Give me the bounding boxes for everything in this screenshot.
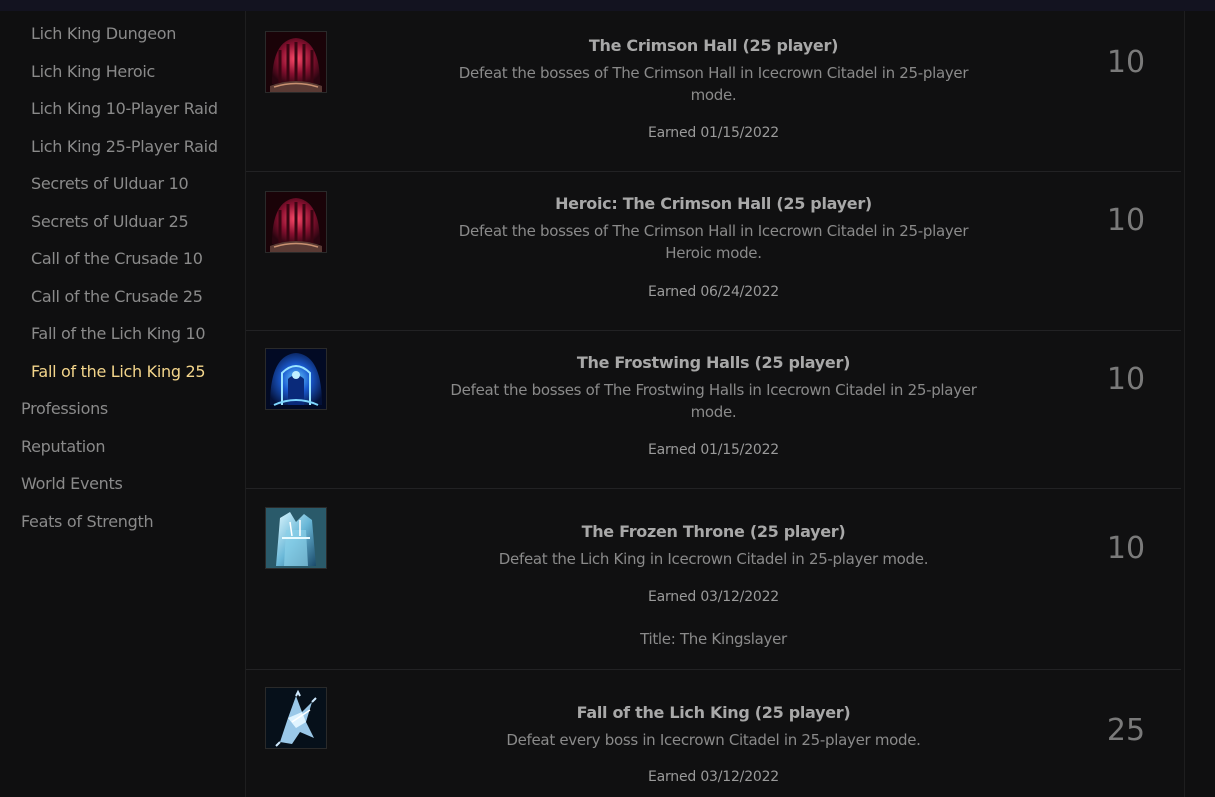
sidebar-item-lich-king-heroic[interactable]: Lich King Heroic <box>31 62 155 82</box>
achievement-reward-title: Title: The Kingslayer <box>640 630 787 648</box>
sidebar-item-lich-king-25-player-raid[interactable]: Lich King 25-Player Raid <box>31 137 218 157</box>
sidebar-item-call-of-the-crusade-10[interactable]: Call of the Crusade 10 <box>31 249 203 269</box>
achievement-description: Defeat every boss in Icecrown Citadel in… <box>506 731 921 749</box>
achievement-description-line2: mode. <box>690 403 737 421</box>
achievement-points: 10 <box>1106 531 1146 566</box>
achievement-earned-date: Earned 03/12/2022 <box>647 589 780 605</box>
achievement-earned-date: Earned 06/24/2022 <box>647 284 780 300</box>
achievement-points: 10 <box>1106 45 1146 80</box>
crimson-hall-icon <box>265 31 327 93</box>
achievement-description-line2: Heroic mode. <box>665 244 762 262</box>
achievement-points: 10 <box>1106 362 1146 397</box>
achievement-description-line2: mode. <box>690 86 737 104</box>
achievement-points: 10 <box>1106 203 1146 238</box>
achievement-earned-date: Earned 01/15/2022 <box>647 125 780 141</box>
sidebar-item-feats-of-strength[interactable]: Feats of Strength <box>21 512 154 532</box>
achievement-earned-date: Earned 03/12/2022 <box>647 769 780 785</box>
sidebar-item-professions[interactable]: Professions <box>21 399 108 419</box>
achievement-description: Defeat the bosses of The Crimson Hall in… <box>458 222 969 240</box>
sidebar-item-reputation[interactable]: Reputation <box>21 437 106 457</box>
achievement-description: Defeat the Lich King in Icecrown Citadel… <box>498 550 929 568</box>
achievement-description: Defeat the bosses of The Frostwing Halls… <box>450 381 977 399</box>
achievement-title: The Frozen Throne (25 player) <box>581 522 846 541</box>
sidebar-item-call-of-the-crusade-25[interactable]: Call of the Crusade 25 <box>31 287 203 307</box>
achievement-row[interactable]: The Frozen Throne (25 player) Defeat the… <box>246 489 1181 670</box>
achievement-points: 25 <box>1106 713 1146 748</box>
sidebar-item-secrets-of-ulduar-25[interactable]: Secrets of Ulduar 25 <box>31 212 189 232</box>
achievement-title: The Crimson Hall (25 player) <box>588 36 839 55</box>
category-sidebar: Lich King Dungeon Lich King Heroic Lich … <box>0 11 246 797</box>
sidebar-item-lich-king-dungeon[interactable]: Lich King Dungeon <box>31 24 176 44</box>
achievement-row[interactable]: Fall of the Lich King (25 player) Defeat… <box>246 670 1181 797</box>
sidebar-item-fall-of-the-lich-king-25[interactable]: Fall of the Lich King 25 <box>31 362 206 382</box>
achievement-list: The Crimson Hall (25 player) Defeat the … <box>246 11 1184 797</box>
achievement-row[interactable]: The Crimson Hall (25 player) Defeat the … <box>246 11 1181 172</box>
achievement-title: Heroic: The Crimson Hall (25 player) <box>555 194 872 213</box>
frostwing-halls-icon <box>265 348 327 410</box>
top-bar <box>0 0 1215 11</box>
crimson-hall-icon <box>265 191 327 253</box>
achievement-title: Fall of the Lich King (25 player) <box>576 703 851 722</box>
achievement-row[interactable]: The Frostwing Halls (25 player) Defeat t… <box>246 331 1181 489</box>
sidebar-item-secrets-of-ulduar-10[interactable]: Secrets of Ulduar 10 <box>31 174 189 194</box>
achievement-title: The Frostwing Halls (25 player) <box>576 353 851 372</box>
sidebar-item-fall-of-the-lich-king-10[interactable]: Fall of the Lich King 10 <box>31 324 206 344</box>
lich-king-icon <box>265 687 327 749</box>
achievement-earned-date: Earned 01/15/2022 <box>647 442 780 458</box>
right-margin <box>1184 11 1215 797</box>
sidebar-item-lich-king-10-player-raid[interactable]: Lich King 10-Player Raid <box>31 99 218 119</box>
frozen-throne-icon <box>265 507 327 569</box>
achievement-row[interactable]: Heroic: The Crimson Hall (25 player) Def… <box>246 172 1181 331</box>
achievement-description: Defeat the bosses of The Crimson Hall in… <box>458 64 969 82</box>
sidebar-item-world-events[interactable]: World Events <box>21 474 123 494</box>
